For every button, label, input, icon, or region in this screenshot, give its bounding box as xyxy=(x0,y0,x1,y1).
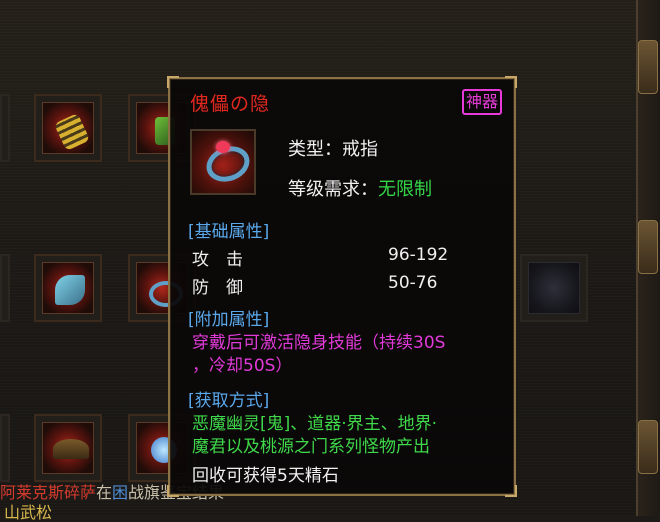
inventory-slot[interactable] xyxy=(34,254,102,322)
section-basic-attributes: [基础属性] xyxy=(188,222,270,242)
extra-attribute-line: ，冷却50S） xyxy=(192,356,293,376)
helmet-item-icon xyxy=(42,262,94,314)
frame-corner xyxy=(167,76,179,88)
frame-ornament xyxy=(638,40,658,94)
level-requirement-label: 等级需求： xyxy=(288,179,378,200)
item-name: 傀儡の隐 xyxy=(190,93,271,115)
boots-item-icon xyxy=(528,262,580,314)
frame-ornament xyxy=(638,220,658,274)
defense-value: 50-76 xyxy=(388,273,438,293)
hat-item-icon xyxy=(42,422,94,474)
chat-player-name[interactable]: 阿莱克斯碎萨 xyxy=(0,483,96,502)
inventory-slot[interactable] xyxy=(34,414,102,482)
defense-row: 防 御 50-76 xyxy=(192,273,502,298)
inventory-slot[interactable] xyxy=(0,94,10,162)
section-source: [获取方式] xyxy=(188,391,270,411)
gauntlet-item-icon xyxy=(42,102,94,154)
level-requirement-value: 无限制 xyxy=(378,179,432,200)
source-line: 魔君以及桃源之门系列怪物产出 xyxy=(192,437,430,457)
ring-item-icon xyxy=(190,129,256,195)
level-requirement: 等级需求：无限制 xyxy=(288,175,432,201)
attack-label: 攻 击 xyxy=(192,250,243,270)
artifact-badge: 神器 xyxy=(461,89,502,115)
recycle-info: 回收可获得5天精石 xyxy=(192,466,339,486)
inventory-slot[interactable] xyxy=(0,414,10,482)
attack-row: 攻 击 96-192 xyxy=(192,245,502,270)
gem-shape xyxy=(216,141,230,153)
chat-line: 山武松 xyxy=(4,503,53,522)
chat-text: 在 xyxy=(96,483,113,502)
extra-attribute-line: 穿戴后可激活隐身技能（持续30S xyxy=(192,333,446,353)
frame-corner xyxy=(167,485,179,497)
frame-ornament xyxy=(638,420,658,474)
defense-label: 防 御 xyxy=(192,278,243,298)
inventory-slot[interactable] xyxy=(34,94,102,162)
inventory-slot[interactable] xyxy=(0,254,10,322)
section-extra-attributes: [附加属性] xyxy=(188,310,270,330)
attack-value: 96-192 xyxy=(388,245,449,265)
source-line: 恶魔幽灵[鬼]、道器·界主、地界· xyxy=(192,414,438,434)
frame-corner xyxy=(505,76,517,88)
chat-location[interactable]: 困 xyxy=(112,483,128,502)
item-type: 类型：戒指 xyxy=(288,139,378,160)
window-frame-right xyxy=(636,0,660,516)
item-tooltip: 傀儡の隐 神器 类型：戒指 等级需求：无限制 [基础属性] 攻 击 96-192… xyxy=(167,76,517,497)
inventory-slot[interactable] xyxy=(520,254,588,322)
